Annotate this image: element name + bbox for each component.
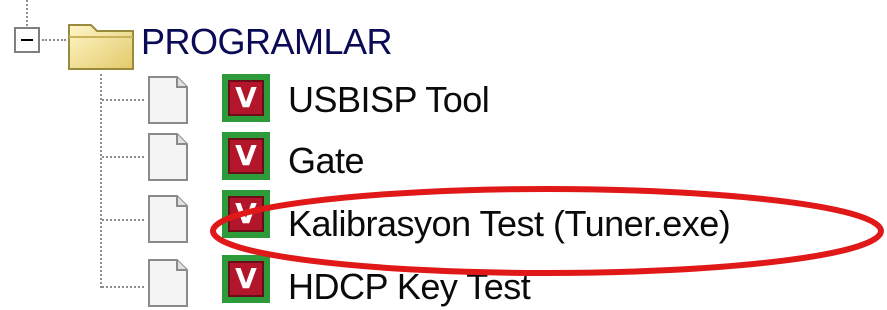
collapse-toggle-button[interactable]: [14, 27, 40, 53]
tree-line-root: [26, 0, 28, 26]
app-v-icon: V: [222, 255, 270, 303]
document-icon: [148, 195, 188, 243]
tree-item-kalibrasyon-test[interactable]: V Kalibrasyon Test (Tuner.exe): [0, 190, 887, 250]
tree-item-label[interactable]: USBISP Tool: [288, 80, 490, 120]
tree-root-label[interactable]: PROGRAMLAR: [141, 22, 393, 62]
tree-item-label[interactable]: Kalibrasyon Test (Tuner.exe): [288, 204, 731, 244]
app-v-icon: V: [222, 190, 270, 238]
app-v-icon: V: [222, 74, 270, 122]
tree-item-usbisp-tool[interactable]: V USBISP Tool: [0, 70, 887, 130]
tree-item-label[interactable]: HDCP Key Test: [288, 267, 531, 307]
tree-item-hdcp-key-test[interactable]: V HDCP Key Test: [0, 250, 887, 310]
app-v-icon: V: [222, 132, 270, 180]
tree-line-root-h: [42, 39, 66, 41]
folder-icon[interactable]: [67, 15, 135, 71]
document-icon: [148, 133, 188, 181]
document-icon: [148, 76, 188, 124]
tree-item-label[interactable]: Gate: [288, 141, 365, 181]
app-v-glyph: V: [235, 262, 257, 295]
app-v-glyph: V: [235, 81, 257, 114]
app-v-glyph: V: [235, 139, 257, 172]
tree-view: PROGRAMLAR V USBISP Tool V Gate V Kalibr…: [0, 0, 887, 307]
app-v-glyph: V: [235, 197, 257, 230]
tree-item-gate[interactable]: V Gate: [0, 130, 887, 190]
document-icon: [148, 259, 188, 307]
